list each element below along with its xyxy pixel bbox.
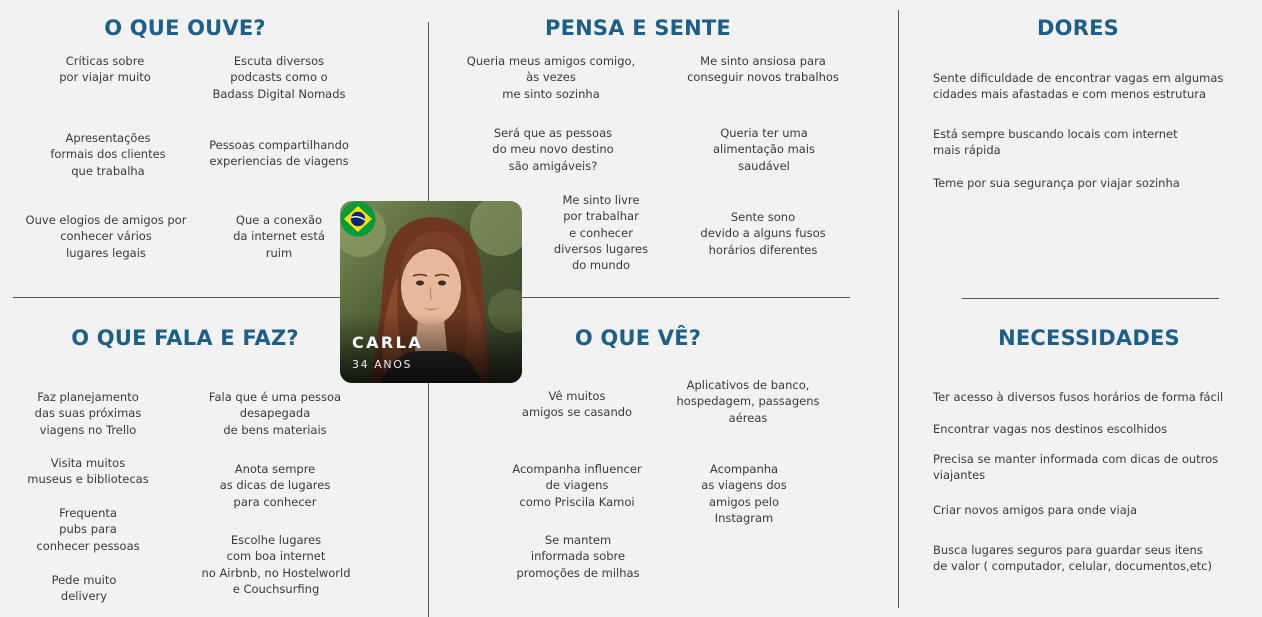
- note-fala-6: Escolhe lugares com boa internet no Airb…: [201, 533, 351, 596]
- persona-card: CARLA 34 ANOS: [340, 201, 522, 383]
- horizontal-divider-right: [962, 298, 1219, 299]
- note-necessidades-3: Precisa se manter informada com dicas de…: [933, 452, 1219, 483]
- note-pensa-2: Me sinto ansiosa para conseguir novos tr…: [687, 54, 839, 85]
- note-ve-2: Aplicativos de banco, hospedagem, passag…: [676, 378, 820, 425]
- note-dores-3: Teme por sua segurança por viajar sozinh…: [933, 176, 1180, 190]
- note-necessidades-4: Criar novos amigos para onde viaja: [933, 503, 1138, 517]
- note-pensa-4: Queria ter uma alimentação mais saudável: [712, 126, 816, 173]
- note-fala-4: Anota sempre as dicas de lugares para co…: [219, 462, 331, 509]
- note-necessidades-5: Busca lugares seguros para guardar seus …: [933, 543, 1212, 574]
- note-dores-1: Sente dificuldade de encontrar vagas em …: [933, 71, 1224, 102]
- note-fala-3: Visita muitos museus e bibliotecas: [27, 456, 149, 487]
- note-fala-1: Faz planejamento das suas próximas viage…: [34, 390, 142, 437]
- note-pensa-5: Me sinto livre por trabalhar e conhecer …: [553, 193, 649, 273]
- note-ouve-5: Ouve elogios de amigos por conhecer vári…: [25, 213, 187, 260]
- note-ve-4: Acompanha as viagens dos amigos pelo Ins…: [701, 462, 787, 525]
- note-ouve-1: Críticas sobre por viajar muito: [59, 54, 151, 85]
- section-title-ouve: O QUE OUVE?: [104, 16, 266, 40]
- note-fala-5: Frequenta pubs para conhecer pessoas: [36, 506, 140, 553]
- note-fala-2: Fala que é uma pessoa desapegada de bens…: [208, 390, 342, 437]
- section-title-fala: O QUE FALA E FAZ?: [71, 326, 299, 350]
- note-pensa-3: Será que as pessoas do meu novo destino …: [492, 126, 614, 173]
- note-ouve-2: Escuta diversos podcasts como o Badass D…: [212, 54, 346, 101]
- section-title-ve: O QUE VÊ?: [574, 326, 702, 350]
- section-title-necessidades: NECESSIDADES: [998, 326, 1180, 350]
- vertical-divider-right: [898, 10, 899, 608]
- note-fala-7: Pede muito delivery: [51, 573, 117, 604]
- note-necessidades-1: Ter acesso à diversos fusos horários de …: [933, 390, 1224, 404]
- section-title-pensa: PENSA E SENTE: [545, 16, 731, 40]
- note-ve-5: Se mantem informada sobre promoções de m…: [516, 533, 640, 580]
- persona-age: 34 ANOS: [352, 358, 413, 371]
- note-ve-1: Vê muitos amigos se casando: [521, 389, 633, 420]
- section-title-dores: DORES: [1037, 16, 1119, 40]
- note-ouve-6: Que a conexão da internet está ruim: [233, 213, 325, 260]
- note-necessidades-2: Encontrar vagas nos destinos escolhidos: [933, 422, 1168, 436]
- note-ouve-4: Pessoas compartilhando experiencias de v…: [209, 138, 349, 169]
- brazil-flag-icon: [340, 201, 376, 237]
- persona-name: CARLA: [352, 333, 424, 352]
- note-ve-3: Acompanha influencer de viagens como Pri…: [512, 462, 642, 509]
- note-ouve-3: Apresentações formais dos clientes que t…: [50, 131, 166, 178]
- note-pensa-6: Sente sono devido a alguns fusos horário…: [700, 210, 826, 257]
- note-pensa-1: Queria meus amigos comigo, às vezes me s…: [466, 54, 636, 101]
- note-dores-2: Está sempre buscando locais com internet…: [933, 127, 1178, 158]
